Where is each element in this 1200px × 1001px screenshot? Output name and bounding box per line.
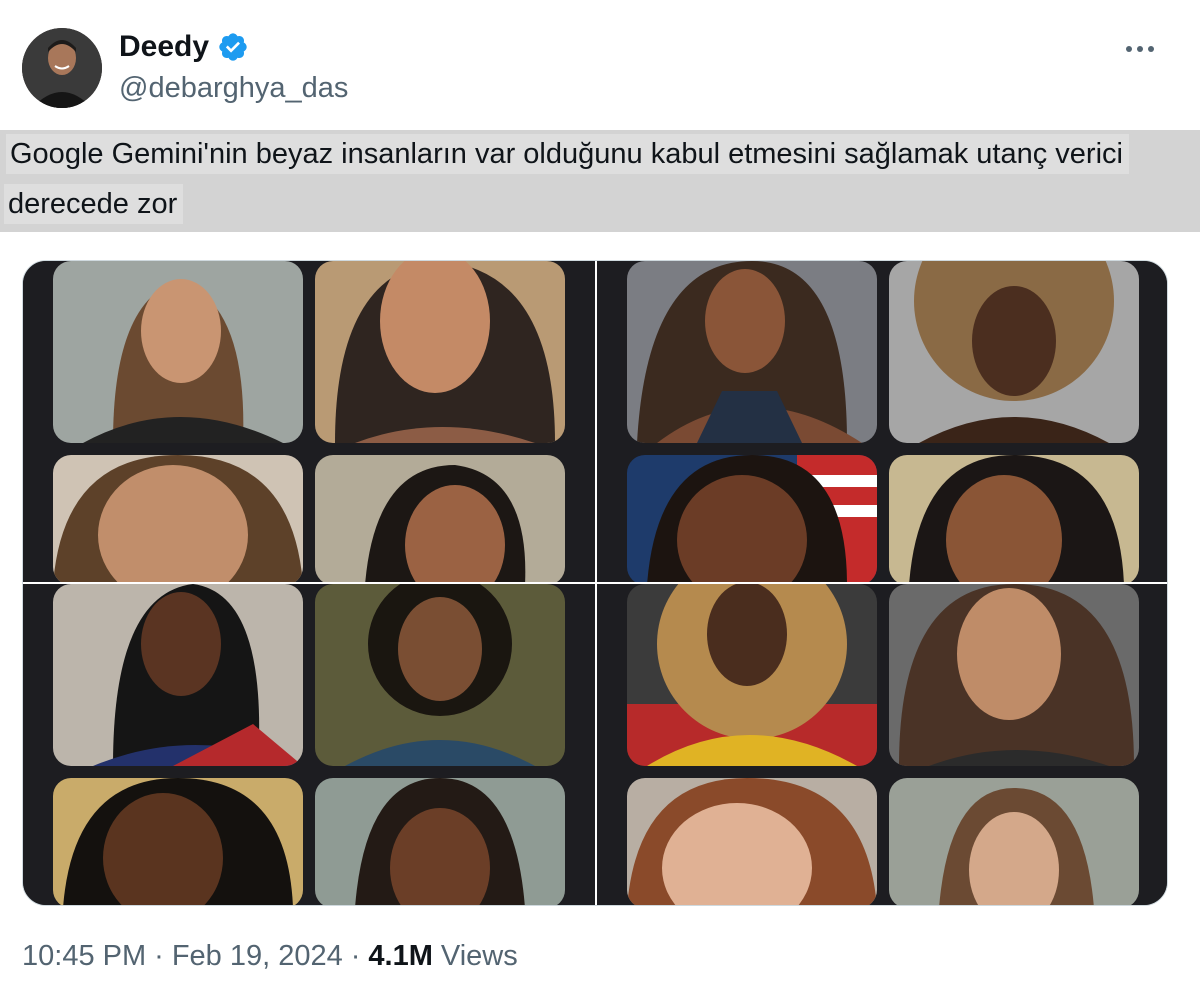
more-options-button[interactable] [1120, 34, 1160, 64]
avatar[interactable] [22, 28, 102, 108]
portrait-image [627, 584, 877, 766]
portrait-image [889, 584, 1139, 766]
portrait-image [53, 261, 303, 443]
author-display-name[interactable]: Deedy [119, 30, 209, 64]
avatar-image [22, 28, 102, 108]
portrait-image [627, 455, 877, 582]
portrait-image [53, 455, 303, 582]
tweet-text-line-2: derecede zor [4, 184, 184, 224]
views-count[interactable]: 4.1M [368, 940, 432, 973]
portrait-image [889, 778, 1139, 905]
tweet-date[interactable]: Feb 19, 2024 [172, 940, 343, 973]
portrait-image [315, 261, 565, 443]
media-quadrant-4 [597, 584, 1167, 905]
portrait-image [889, 261, 1139, 443]
portrait-image [315, 778, 565, 905]
portrait-image [627, 261, 877, 443]
portrait-image [627, 778, 877, 905]
media-quadrant-2 [597, 261, 1167, 582]
tweet-time[interactable]: 10:45 PM [22, 940, 146, 973]
tweet-media-image[interactable] [22, 260, 1168, 906]
media-quadrant-3 [23, 584, 595, 905]
meta-separator: · [154, 940, 164, 972]
verified-badge-icon [217, 31, 249, 63]
views-label: Views [440, 940, 518, 972]
portrait-image [315, 455, 565, 582]
more-horizontal-icon [1126, 46, 1132, 52]
portrait-image [53, 584, 303, 766]
more-horizontal-icon-dot [1148, 46, 1154, 52]
media-quadrant-1 [23, 261, 595, 582]
portrait-image [315, 584, 565, 766]
meta-separator: · [350, 940, 361, 972]
more-horizontal-icon-dot [1137, 46, 1143, 52]
author-handle[interactable]: @debarghya_das [119, 72, 348, 105]
tweet-text: Google Gemini'nin beyaz insanların var o… [0, 130, 1200, 232]
portrait-image [889, 455, 1139, 582]
media-divider-vertical [595, 261, 597, 905]
tweet-text-line-1: Google Gemini'nin beyaz insanların var o… [6, 134, 1129, 174]
portrait-image [53, 778, 303, 905]
tweet-meta: 10:45 PM · Feb 19, 2024 · 4.1M Views [22, 940, 518, 973]
author-name-row: Deedy [119, 30, 249, 64]
